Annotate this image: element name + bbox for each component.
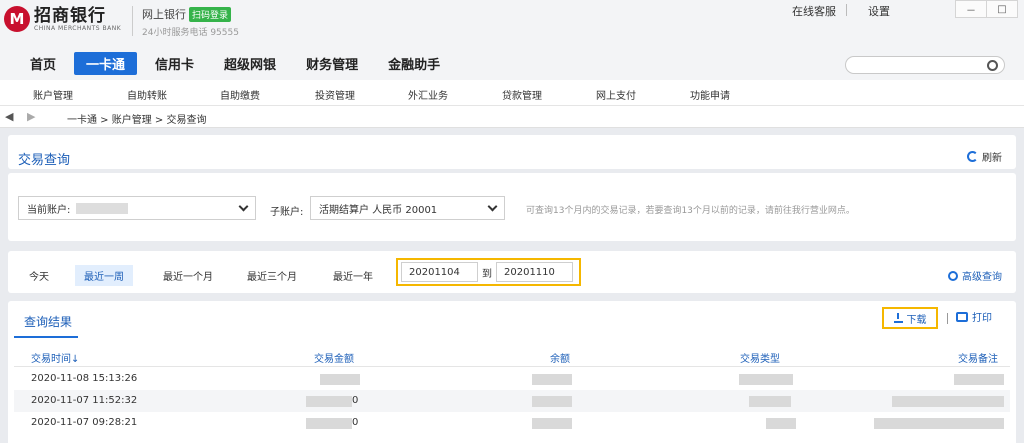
current-account-label: 当前账户: bbox=[27, 204, 71, 216]
nav-super-netbank[interactable]: 超级网银 bbox=[212, 52, 288, 75]
online-service-link[interactable]: 在线客服 bbox=[792, 3, 836, 19]
date-range-inputs: 20201104 到 20201110 bbox=[396, 258, 581, 286]
masked-account-number bbox=[76, 202, 129, 214]
chevron-down-icon bbox=[238, 201, 249, 212]
maximize-button[interactable]: □ bbox=[986, 0, 1018, 18]
sub-account-select[interactable]: 活期结算户 人民币 20001 bbox=[310, 196, 505, 220]
breadcrumb-bar: ◀ ▶ 一卡通 > 账户管理 > 交易查询 bbox=[0, 106, 1024, 128]
sub-account-label: 子账户: bbox=[270, 207, 304, 218]
nav-credit-card[interactable]: 信用卡 bbox=[143, 52, 206, 75]
query-hint: 可查询13个月内的交易记录，若要查询13个月以前的记录，请前往我行营业网点。 bbox=[526, 206, 855, 216]
top-header: M 招商银行 CHINA MERCHANTS BANK 网上银行 扫码登录 24… bbox=[0, 0, 1024, 80]
results-panel: 查询结果 下载 打印 交易时间↓ 交易金额 余额 交易类型 交易备注 2020-… bbox=[8, 301, 1016, 443]
forward-arrow-icon[interactable]: ▶ bbox=[27, 110, 35, 123]
divider bbox=[947, 313, 948, 324]
column-remark: 交易备注 bbox=[958, 354, 998, 365]
advanced-search-label: 高级查询 bbox=[962, 272, 1002, 283]
sub-account-value: 活期结算户 人民币 20001 bbox=[319, 204, 438, 216]
divider bbox=[846, 4, 847, 16]
chevron-down-icon bbox=[487, 201, 498, 212]
download-icon bbox=[893, 313, 903, 323]
transaction-time: 2020-11-07 11:52:32 bbox=[31, 395, 138, 406]
masked-remark bbox=[892, 396, 1004, 407]
nav-home[interactable]: 首页 bbox=[18, 52, 68, 75]
download-button[interactable]: 下载 bbox=[882, 307, 938, 329]
masked-remark bbox=[874, 418, 1004, 429]
nav-finance-management[interactable]: 财务管理 bbox=[294, 52, 370, 75]
search-icon bbox=[948, 270, 958, 281]
masked-type bbox=[749, 396, 791, 407]
page-title: 交易查询 bbox=[18, 153, 71, 168]
refresh-label: 刷新 bbox=[982, 153, 1002, 164]
current-account-select[interactable]: 当前账户: bbox=[18, 196, 256, 220]
masked-amount bbox=[320, 374, 360, 385]
netbank-title: 网上银行 bbox=[142, 8, 186, 21]
column-amount: 交易金额 bbox=[314, 354, 354, 365]
breadcrumb: 一卡通 > 账户管理 > 交易查询 bbox=[67, 115, 207, 126]
masked-type bbox=[739, 374, 793, 385]
netbank-area: 网上银行 扫码登录 24小时服务电话 95555 bbox=[132, 6, 239, 38]
range-last-month[interactable]: 最近一个月 bbox=[154, 265, 222, 286]
settings-link[interactable]: 设置 bbox=[868, 3, 890, 19]
print-button[interactable]: 打印 bbox=[956, 309, 992, 324]
table-row[interactable]: 2020-11-07 09:28:21 0 bbox=[14, 412, 1010, 434]
nav-finance-assistant[interactable]: 金融助手 bbox=[376, 52, 452, 75]
masked-balance bbox=[532, 418, 572, 429]
bank-name: 招商银行 bbox=[34, 5, 106, 26]
main-nav: 首页 一卡通 信用卡 超级网银 财务管理 金融助手 bbox=[18, 52, 458, 75]
subnav-loan[interactable]: 贷款管理 bbox=[502, 87, 542, 102]
table-header: 交易时间↓ 交易金额 余额 交易类型 交易备注 bbox=[14, 345, 1010, 367]
date-range-panel: 今天 最近一周 最近一个月 最近三个月 最近一年 20201104 到 2020… bbox=[8, 251, 1016, 293]
transaction-time: 2020-11-08 15:13:26 bbox=[31, 373, 138, 384]
account-filter-panel: 当前账户: 子账户: 活期结算户 人民币 20001 可查询13个月内的交易记录… bbox=[8, 173, 1016, 241]
minimize-button[interactable]: － bbox=[955, 0, 987, 18]
amount-tail: 0 bbox=[352, 395, 359, 406]
subnav-account-management[interactable]: 账户管理 bbox=[33, 87, 73, 102]
print-icon bbox=[956, 311, 968, 322]
cmb-logo-icon: M bbox=[4, 6, 30, 32]
subnav-feature-apply[interactable]: 功能申请 bbox=[690, 87, 730, 102]
masked-amount bbox=[306, 396, 352, 407]
service-phone: 24小时服务电话 95555 bbox=[142, 28, 239, 38]
range-last-three-months[interactable]: 最近三个月 bbox=[238, 265, 306, 286]
range-today[interactable]: 今天 bbox=[20, 265, 58, 286]
range-last-week[interactable]: 最近一周 bbox=[75, 265, 133, 286]
masked-remark bbox=[954, 374, 1004, 385]
subnav-self-payment[interactable]: 自助缴费 bbox=[220, 87, 260, 102]
subnav-forex[interactable]: 外汇业务 bbox=[408, 87, 448, 102]
nav-debit-card[interactable]: 一卡通 bbox=[74, 52, 138, 75]
masked-amount bbox=[306, 418, 352, 429]
column-transaction-time[interactable]: 交易时间↓ bbox=[31, 350, 79, 365]
search-input[interactable] bbox=[845, 56, 1005, 74]
print-label: 打印 bbox=[972, 313, 992, 324]
download-label: 下载 bbox=[906, 314, 927, 326]
column-transaction-type: 交易类型 bbox=[740, 354, 780, 365]
masked-balance bbox=[532, 396, 572, 407]
scan-login-badge[interactable]: 扫码登录 bbox=[189, 6, 232, 22]
subnav-self-transfer[interactable]: 自助转账 bbox=[127, 87, 167, 102]
back-arrow-icon[interactable]: ◀ bbox=[5, 110, 13, 123]
transaction-time: 2020-11-07 09:28:21 bbox=[31, 417, 138, 428]
date-to-label: 到 bbox=[482, 268, 492, 280]
refresh-button[interactable]: 刷新 bbox=[967, 149, 1002, 164]
end-date-input[interactable]: 20201110 bbox=[496, 262, 573, 282]
search-icon[interactable] bbox=[987, 60, 998, 71]
refresh-icon bbox=[967, 151, 978, 162]
column-balance: 余额 bbox=[550, 354, 570, 365]
amount-tail: 0 bbox=[352, 417, 359, 428]
masked-type bbox=[766, 418, 796, 429]
bank-english-name: CHINA MERCHANTS BANK bbox=[34, 24, 122, 32]
masked-balance bbox=[532, 374, 572, 385]
table-row[interactable]: 2020-11-08 15:13:26 bbox=[14, 368, 1010, 390]
advanced-search-button[interactable]: 高级查询 bbox=[948, 268, 1002, 283]
start-date-input[interactable]: 20201104 bbox=[401, 262, 478, 282]
bank-logo[interactable]: M 招商银行 CHINA MERCHANTS BANK bbox=[4, 6, 121, 32]
range-last-year[interactable]: 最近一年 bbox=[324, 265, 382, 286]
tab-query-results[interactable]: 查询结果 bbox=[14, 313, 79, 338]
table-row[interactable]: 2020-11-07 11:52:32 0 bbox=[14, 390, 1010, 412]
subnav-online-payment[interactable]: 网上支付 bbox=[596, 87, 636, 102]
subnav-investment[interactable]: 投资管理 bbox=[315, 87, 355, 102]
sub-nav: 账户管理 自助转账 自助缴费 投资管理 外汇业务 贷款管理 网上支付 功能申请 bbox=[0, 80, 1024, 106]
title-panel: 交易查询 刷新 bbox=[8, 135, 1016, 169]
